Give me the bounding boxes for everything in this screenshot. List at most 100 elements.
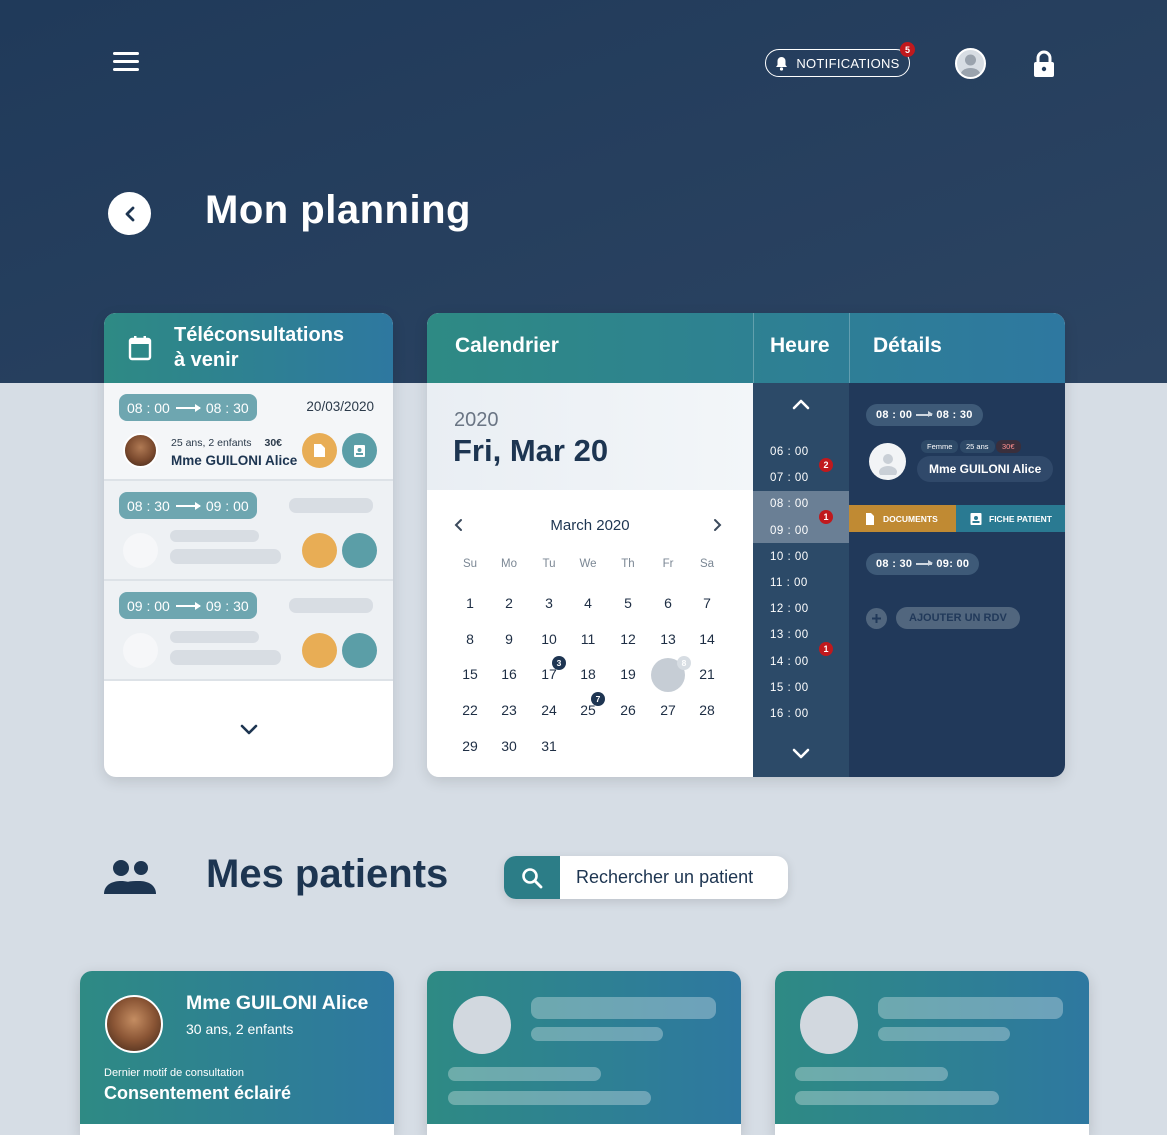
menu-icon[interactable] [113,52,139,74]
calendar-day[interactable]: 11 [573,631,603,647]
bell-icon [776,56,788,71]
upcoming-item[interactable]: 08 : 30 09 : 00 [104,481,393,581]
upcoming-item[interactable]: 08 : 00 08 : 30 20/03/2020 25 ans, 2 enf… [104,383,393,481]
hour-slot[interactable]: 10 : 00 [770,551,809,563]
upcoming-consultations-card: Téléconsultations à venir 08 : 00 08 : 3… [104,313,393,777]
day-appointment-count-badge: 7 [591,692,605,706]
calendar-day[interactable]: 4 [573,595,603,611]
calendar-day[interactable]: 21 [692,666,722,682]
chevron-down-icon [792,748,810,759]
back-button[interactable] [108,192,151,235]
user-avatar[interactable] [955,48,986,79]
calendar-day[interactable]: 3 [534,595,564,611]
slot-end: 09: 00 [936,558,970,570]
placeholder-bar [878,1027,1010,1041]
hour-slot[interactable]: 09 : 00 [770,525,809,537]
add-appointment-button[interactable]: AJOUTER UN RDV [866,607,1020,629]
patient-card-footer [80,1124,394,1135]
hour-slot[interactable]: 16 : 00 [770,708,809,720]
hour-slot[interactable]: 11 : 00 [770,577,808,589]
document-button[interactable] [302,433,337,468]
weekday-label: Su [462,558,478,570]
calendar-day[interactable]: 1 [455,595,485,611]
patient-name: Mme GUILONI Alice [171,453,298,468]
calendar-day[interactable]: 6 [653,595,683,611]
calendar-day[interactable]: 9 [494,631,524,647]
calendar-day[interactable]: 23 [494,702,524,718]
calendar-day[interactable]: 27 [653,702,683,718]
notifications-button[interactable]: NOTIFICATIONS [765,49,910,77]
calendar-day[interactable]: 24 [534,702,564,718]
search-button[interactable] [504,856,560,899]
slot-start: 08 : 00 [876,409,913,421]
calendar-day[interactable]: 10 [534,631,564,647]
calendar-day[interactable]: 7 [692,595,722,611]
selected-date-panel: 2020 Fri, Mar 20 [427,383,753,490]
placeholder-bar [795,1067,948,1081]
hour-slot[interactable]: 14 : 00 [770,656,809,668]
gender-tag: Femme [921,440,959,453]
weekday-label: Mo [501,558,517,570]
calendar-day[interactable]: 12 [613,631,643,647]
patient-file-button[interactable] [342,433,377,468]
time-range-pill: 08 : 30 09 : 00 [119,492,257,519]
placeholder-avatar [123,533,158,568]
hour-slot[interactable]: 15 : 00 [770,682,809,694]
documents-button[interactable]: DOCUMENTS [849,505,956,532]
calendar-day[interactable]: 19 [613,666,643,682]
patient-card-footer [775,1124,1089,1135]
lock-icon[interactable] [1032,50,1056,78]
search-input[interactable] [560,856,788,899]
patient-file-label: FICHE PATIENT [989,513,1052,524]
hour-header: Heure [770,334,830,357]
placeholder-avatar [123,633,158,668]
weekday-label: Fr [662,558,674,570]
placeholder-bar [448,1067,601,1081]
calendar-day[interactable]: 22 [455,702,485,718]
calendar-day[interactable]: 16 [494,666,524,682]
day-appointment-count-badge: 3 [552,656,566,670]
calendar-day[interactable]: 2 [494,595,524,611]
calendar-day[interactable]: 5 [613,595,643,611]
hour-slot[interactable]: 08 : 00 [770,498,809,510]
slot-time-pill: 08 : 00 08 : 30 [866,404,983,426]
calendar-day[interactable]: 28 [692,702,722,718]
calendar-day[interactable]: 15 [455,666,485,682]
hours-scroll-down-button[interactable] [791,747,811,766]
hour-slot[interactable]: 12 : 00 [770,603,809,615]
calendar-day[interactable]: 14 [692,631,722,647]
calendar-day[interactable]: 18 [573,666,603,682]
patient-card-placeholder[interactable] [427,971,741,1135]
patients-icon [102,858,158,896]
weekday-label: Tu [542,558,556,570]
placeholder-bar [795,1091,999,1105]
calendar-day[interactable]: 29 [455,738,485,754]
hour-slot[interactable]: 06 : 00 [770,446,809,458]
hours-scroll-up-button[interactable] [791,397,811,416]
patient-file-button[interactable] [342,633,377,668]
hour-slot[interactable]: 07 : 00 [770,472,809,484]
calendar-day[interactable]: 30 [494,738,524,754]
patient-avatar [869,443,906,480]
calendar-day[interactable]: 26 [613,702,643,718]
patient-card-placeholder[interactable] [775,971,1089,1135]
calendar-day[interactable]: 20 [653,666,683,682]
hour-slot[interactable]: 13 : 00 [770,629,809,641]
document-button[interactable] [302,633,337,668]
next-month-button[interactable] [710,517,724,533]
calendar-day[interactable]: 8 [455,631,485,647]
expand-list-button[interactable] [238,721,260,737]
document-button[interactable] [302,533,337,568]
upcoming-item[interactable]: 09 : 00 09 : 30 [104,581,393,681]
calendar-day[interactable]: 31 [534,738,564,754]
calendar-day[interactable]: 13 [653,631,683,647]
slot-time-pill[interactable]: 08 : 30 09: 00 [866,553,980,575]
arrow-right-icon [916,412,934,417]
last-reason: Consentement éclairé [104,1083,292,1103]
calendar-header: Calendrier [455,334,559,357]
patient-file-button[interactable]: FICHE PATIENT [956,505,1065,532]
month-calendar: March 2020 Su Mo Tu We Th Fr Sa 1 2 3 4 5 6 7 8 9 10 11 12… [427,490,753,777]
patient-card[interactable]: Mme GUILONI Alice 30 ans, 2 enfants Dern… [80,971,394,1135]
patient-file-button[interactable] [342,533,377,568]
patient-avatar [123,433,158,468]
